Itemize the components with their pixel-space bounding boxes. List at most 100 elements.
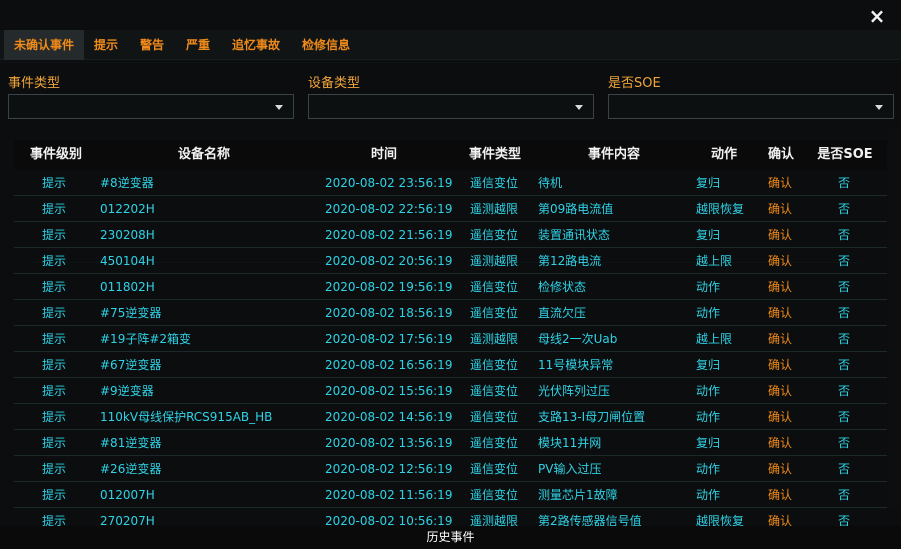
history-events-button[interactable]: 历史事件	[0, 526, 901, 549]
confirm-link[interactable]: 确认	[768, 404, 792, 430]
event-content-cell: 支路13-I母刀闸位置	[538, 410, 646, 424]
time-cell: 2020-08-02 21:56:19	[325, 228, 453, 242]
table-row[interactable]: 提示 #8逆变器 2020-08-02 23:56:19 遥信变位 待机 复归 确认 否	[14, 170, 887, 196]
column-header[interactable]: 事件级别	[14, 140, 98, 170]
device-name-cell: #19子阵#2箱变	[100, 332, 192, 346]
confirm-link[interactable]: 确认	[768, 274, 792, 300]
tab-info[interactable]: 提示	[86, 30, 126, 60]
soe-cell: 否	[838, 202, 851, 216]
table-row[interactable]: 提示 110kV母线保护RCS915AB_HB 2020-08-02 14:56:1…	[14, 404, 887, 430]
time-cell: 2020-08-02 14:56:19	[325, 410, 453, 424]
event-level-cell: 提示	[42, 306, 67, 320]
event-content-cell: 模块11并网	[538, 436, 602, 450]
table-row[interactable]: 提示 #26逆变器 2020-08-02 12:56:19 遥信变位 PV输入过压 动作 确…	[14, 456, 887, 482]
column-header[interactable]: 确认	[756, 140, 806, 170]
device-name-cell: 012202H	[100, 202, 155, 216]
device-name-cell: #75逆变器	[100, 306, 162, 320]
event-content-cell: 母线2一次Uab	[538, 332, 618, 346]
table-row[interactable]: 提示 #19子阵#2箱变 2020-08-02 17:56:19 遥测越限 母线2一次U…	[14, 326, 887, 352]
device-name-cell: 270207H	[100, 514, 155, 526]
event-content-cell: 11号模块异常	[538, 358, 614, 372]
time-cell: 2020-08-02 18:56:19	[325, 306, 453, 320]
time-cell: 2020-08-02 23:56:19	[325, 176, 453, 190]
column-header[interactable]: 事件内容	[554, 140, 674, 170]
table-row[interactable]: 提示 #67逆变器 2020-08-02 16:56:19 遥信变位 11号模块异常 复归…	[14, 352, 887, 378]
event-type-select[interactable]	[8, 94, 294, 119]
action-cell: 复归	[696, 436, 721, 450]
column-header[interactable]: 设备名称	[104, 140, 304, 170]
confirm-link[interactable]: 确认	[768, 196, 792, 222]
table-row[interactable]: 提示 011802H 2020-08-02 19:56:19 遥信变位 检修状态 动作 确认…	[14, 274, 887, 300]
time-cell: 2020-08-02 19:56:19	[325, 280, 453, 294]
event-level-cell: 提示	[42, 436, 67, 450]
action-cell: 动作	[696, 488, 721, 502]
tab-severe[interactable]: 严重	[178, 30, 218, 60]
event-level-cell: 提示	[42, 202, 67, 216]
table-row[interactable]: 提示 012007H 2020-08-02 11:56:19 遥信变位 测量芯片1故障 动…	[14, 482, 887, 508]
event-type-cell: 遥信变位	[470, 436, 519, 450]
event-level-cell: 提示	[42, 410, 67, 424]
confirm-link[interactable]: 确认	[768, 326, 792, 352]
confirm-link[interactable]: 确认	[768, 300, 792, 326]
soe-cell: 否	[838, 514, 851, 526]
table-row[interactable]: 提示 270207H 2020-08-02 10:56:19 遥测越限 第2路传感器信号…	[14, 508, 887, 526]
confirm-link[interactable]: 确认	[768, 248, 792, 274]
event-level-cell: 提示	[42, 228, 67, 242]
event-content-cell: 检修状态	[538, 280, 587, 294]
time-cell: 2020-08-02 13:56:19	[325, 436, 453, 450]
table-row[interactable]: 提示 450104H 2020-08-02 20:56:19 遥测越限 第12路电流 越上…	[14, 248, 887, 274]
confirm-link[interactable]: 确认	[768, 456, 792, 482]
action-cell: 复归	[696, 228, 721, 242]
tab-unconfirmed[interactable]: 未确认事件	[4, 30, 84, 60]
column-header[interactable]: 是否SOE	[810, 140, 880, 170]
event-type-cell: 遥测越限	[470, 202, 519, 216]
device-name-cell: 011802H	[100, 280, 155, 294]
column-header[interactable]: 事件类型	[462, 140, 528, 170]
confirm-link[interactable]: 确认	[768, 508, 792, 526]
soe-cell: 否	[838, 384, 851, 398]
soe-cell: 否	[838, 462, 851, 476]
event-content-cell: 直流欠压	[538, 306, 587, 320]
table-row[interactable]: 提示 230208H 2020-08-02 21:56:19 遥信变位 装置通讯状态 复归…	[14, 222, 887, 248]
column-header[interactable]: 时间	[314, 140, 454, 170]
chevron-down-icon	[875, 105, 883, 110]
event-content-cell: 待机	[538, 176, 563, 190]
event-type-cell: 遥测越限	[470, 254, 519, 268]
table-row[interactable]: 提示 012202H 2020-08-02 22:56:19 遥测越限 第09路电流值 越…	[14, 196, 887, 222]
action-cell: 动作	[696, 280, 721, 294]
event-level-cell: 提示	[42, 488, 67, 502]
event-type-cell: 遥信变位	[470, 462, 519, 476]
event-level-cell: 提示	[42, 280, 67, 294]
device-name-cell: 110kV母线保护RCS915AB_HB	[100, 410, 273, 424]
event-content-cell: 第2路传感器信号值	[538, 514, 642, 526]
table-row[interactable]: 提示 #75逆变器 2020-08-02 18:56:19 遥信变位 直流欠压 动作 确认 否	[14, 300, 887, 326]
confirm-link[interactable]: 确认	[768, 352, 792, 378]
soe-cell: 否	[838, 254, 851, 268]
table-row[interactable]: 提示 #9逆变器 2020-08-02 15:56:19 遥信变位 光伏阵列过压 动作 确认…	[14, 378, 887, 404]
device-name-cell: #8逆变器	[100, 176, 154, 190]
soe-cell: 否	[838, 176, 851, 190]
confirm-link[interactable]: 确认	[768, 378, 792, 404]
device-name-cell: 012007H	[100, 488, 155, 502]
time-cell: 2020-08-02 20:56:19	[325, 254, 453, 268]
confirm-link[interactable]: 确认	[768, 222, 792, 248]
column-header[interactable]: 动作	[694, 140, 754, 170]
event-type-cell: 遥信变位	[470, 280, 519, 294]
soe-cell: 否	[838, 358, 851, 372]
device-type-select[interactable]	[308, 94, 594, 119]
soe-select[interactable]	[608, 94, 894, 119]
confirm-link[interactable]: 确认	[768, 170, 792, 196]
time-cell: 2020-08-02 16:56:19	[325, 358, 453, 372]
tab-maintenance[interactable]: 检修信息	[296, 30, 356, 60]
tab-recall-accident[interactable]: 追忆事故	[226, 30, 286, 60]
event-type-cell: 遥测越限	[470, 514, 519, 526]
confirm-link[interactable]: 确认	[768, 482, 792, 508]
confirm-link[interactable]: 确认	[768, 430, 792, 456]
close-icon[interactable]: ×	[867, 6, 887, 26]
tab-warning[interactable]: 警告	[132, 30, 172, 60]
action-cell: 复归	[696, 358, 721, 372]
soe-cell: 否	[838, 306, 851, 320]
device-name-cell: 230208H	[100, 228, 155, 242]
time-cell: 2020-08-02 15:56:19	[325, 384, 453, 398]
table-row[interactable]: 提示 #81逆变器 2020-08-02 13:56:19 遥信变位 模块11并网 复归 确…	[14, 430, 887, 456]
